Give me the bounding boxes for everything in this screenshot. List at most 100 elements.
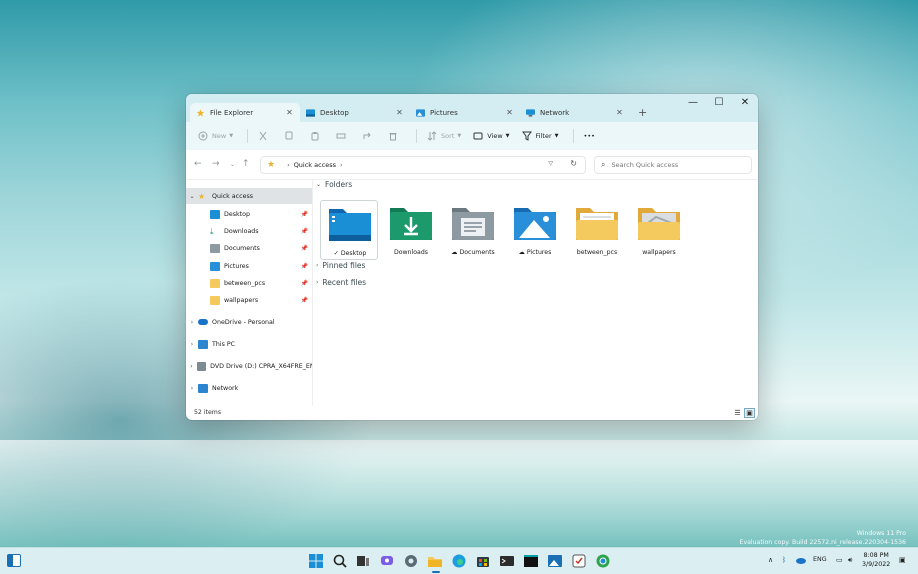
new-tab-button[interactable]: + — [638, 106, 647, 119]
minimize-button[interactable]: — — [680, 96, 706, 110]
sidebar-item-this-pc[interactable]: › This PC — [186, 336, 312, 352]
new-button[interactable]: New ▼ — [194, 126, 237, 146]
onedrive-cloud-icon — [198, 319, 208, 325]
pin-icon: 📌 — [300, 244, 308, 252]
maximize-button[interactable]: ☐ — [706, 96, 732, 110]
documents-icon — [210, 243, 220, 253]
close-tab-icon[interactable]: ✕ — [285, 108, 294, 117]
input-language-indicator[interactable]: ENG — [813, 556, 827, 563]
tab-network[interactable]: Network ✕ — [520, 103, 630, 122]
onedrive-cloud-icon[interactable] — [795, 555, 807, 565]
folder-tile-downloads[interactable]: Downloads — [382, 200, 440, 260]
cut-button[interactable] — [254, 126, 276, 146]
filter-button[interactable]: Filter ▼ — [518, 126, 563, 146]
copy-icon — [285, 131, 293, 140]
refresh-icon[interactable]: ↻ — [570, 159, 577, 168]
paste-button[interactable] — [306, 126, 328, 146]
share-icon — [363, 132, 371, 139]
sidebar-item-downloads[interactable]: ⤓ Downloads 📌 — [186, 223, 312, 239]
chevron-right-icon[interactable]: › — [186, 319, 198, 326]
tab-file-explorer[interactable]: File Explorer ✕ — [190, 103, 300, 122]
sidebar-item-desktop[interactable]: Desktop 📌 — [186, 206, 312, 222]
address-dropdown-icon[interactable]: ▽ — [548, 160, 553, 167]
volume-icon[interactable]: 🔊︎ — [848, 556, 852, 565]
address-bar[interactable]: ★ › Quick access › ▽ ↻ — [260, 156, 586, 174]
file-explorer-icon[interactable] — [427, 553, 443, 569]
desktop-folder-icon — [329, 209, 371, 241]
folders-section-header[interactable]: ⌄ Folders — [316, 180, 352, 189]
chrome-browser-icon[interactable] — [595, 553, 611, 569]
trash-icon — [389, 133, 397, 141]
task-view-icon[interactable] — [355, 553, 371, 569]
folder-tile-pictures[interactable]: ☁ Pictures — [506, 200, 564, 260]
start-windows-icon[interactable] — [308, 553, 324, 569]
system-clock[interactable]: 8:08 PM 3/9/2022 — [862, 551, 890, 569]
close-tab-icon[interactable]: ✕ — [395, 108, 404, 117]
sidebar-item-quick-access[interactable]: ⌄ ★ Quick access — [186, 188, 312, 204]
view-button[interactable]: View ▼ — [469, 126, 513, 146]
snipping-tool-icon[interactable] — [571, 553, 587, 569]
recent-locations-chevron-icon[interactable]: ⌄ — [230, 161, 235, 168]
breadcrumb-quick-access[interactable]: Quick access — [294, 161, 336, 169]
close-window-button[interactable]: ✕ — [732, 96, 758, 110]
forward-arrow-icon[interactable]: → — [212, 159, 220, 169]
back-arrow-icon[interactable]: ← — [194, 159, 202, 169]
folder-tile-documents[interactable]: ☁ Documents — [444, 200, 502, 260]
view-label: View — [487, 132, 503, 140]
close-tab-icon[interactable]: ✕ — [615, 108, 624, 117]
chat-icon[interactable] — [379, 553, 395, 569]
notification-center-icon[interactable]: ▣ — [899, 556, 906, 564]
tiles-view-icon[interactable]: ▣ — [744, 408, 755, 418]
folder-tile-desktop[interactable]: ✓ Desktop — [320, 200, 378, 260]
widgets-icon[interactable] — [7, 554, 21, 567]
folder-tile-wallpapers[interactable]: wallpapers — [630, 200, 688, 260]
star-icon: ★ — [267, 160, 276, 170]
bluetooth-icon[interactable]: ᛒ — [782, 556, 786, 564]
copy-button[interactable] — [280, 126, 302, 146]
delete-button[interactable] — [384, 126, 406, 146]
folder-icon — [638, 208, 680, 240]
pinned-files-section-header[interactable]: › Pinned files — [316, 261, 365, 270]
terminal-icon[interactable] — [499, 553, 515, 569]
edge-browser-icon[interactable] — [451, 553, 467, 569]
details-view-icon[interactable]: ☰ — [732, 408, 743, 418]
rename-button[interactable] — [332, 126, 354, 146]
more-options-button[interactable]: ••• — [580, 126, 600, 146]
command-bar: New ▼ Sort ▼ View ▼ Filter ▼ ••• — [186, 122, 758, 150]
settings-gear-icon[interactable] — [403, 553, 419, 569]
show-hidden-icons-chevron-icon[interactable]: ∧ — [768, 556, 773, 564]
sidebar-item-onedrive[interactable]: › OneDrive - Personal — [186, 314, 312, 330]
up-arrow-icon[interactable]: ↑ — [242, 159, 250, 169]
close-tab-icon[interactable]: ✕ — [505, 108, 514, 117]
store-icon[interactable] — [475, 553, 491, 569]
sort-button[interactable]: Sort ▼ — [423, 126, 465, 146]
folder-label: Downloads — [394, 249, 428, 256]
search-icon[interactable] — [332, 553, 348, 569]
chevron-right-icon[interactable]: › — [186, 363, 197, 370]
sidebar-item-dvd-drive[interactable]: › DVD Drive (D:) CPRA_X64FRE_EN-U — [186, 358, 312, 374]
sidebar-item-wallpapers[interactable]: wallpapers 📌 — [186, 292, 312, 308]
sidebar-item-label: Downloads — [224, 227, 259, 235]
folder-icon — [210, 295, 220, 305]
sidebar-item-pictures[interactable]: Pictures 📌 — [186, 258, 312, 274]
chevron-down-icon[interactable]: ⌄ — [186, 193, 198, 200]
photos-icon[interactable] — [547, 553, 563, 569]
chevron-down-icon: ▼ — [554, 133, 559, 139]
recent-files-section-header[interactable]: › Recent files — [316, 278, 366, 287]
tab-pictures[interactable]: Pictures ✕ — [410, 103, 520, 122]
sidebar-item-documents[interactable]: Documents 📌 — [186, 240, 312, 256]
search-box[interactable]: ⌕ Search Quick access — [594, 156, 752, 174]
command-prompt-icon[interactable] — [523, 553, 539, 569]
sidebar-item-between-pcs[interactable]: between_pcs 📌 — [186, 275, 312, 291]
chevron-right-icon[interactable]: › — [186, 385, 198, 392]
sidebar-item-network[interactable]: › Network — [186, 380, 312, 396]
file-explorer-window: File Explorer ✕ Desktop ✕ Pictures ✕ Net… — [186, 94, 758, 420]
section-title: Folders — [325, 180, 353, 189]
network-status-icon[interactable]: ▭ — [836, 556, 843, 564]
tab-desktop[interactable]: Desktop ✕ — [300, 103, 410, 122]
more-icon: ••• — [583, 132, 596, 140]
chevron-right-icon[interactable]: › — [186, 341, 198, 348]
share-button[interactable] — [358, 126, 380, 146]
sort-icon — [427, 131, 437, 141]
folder-tile-between-pcs[interactable]: between_pcs — [568, 200, 626, 260]
